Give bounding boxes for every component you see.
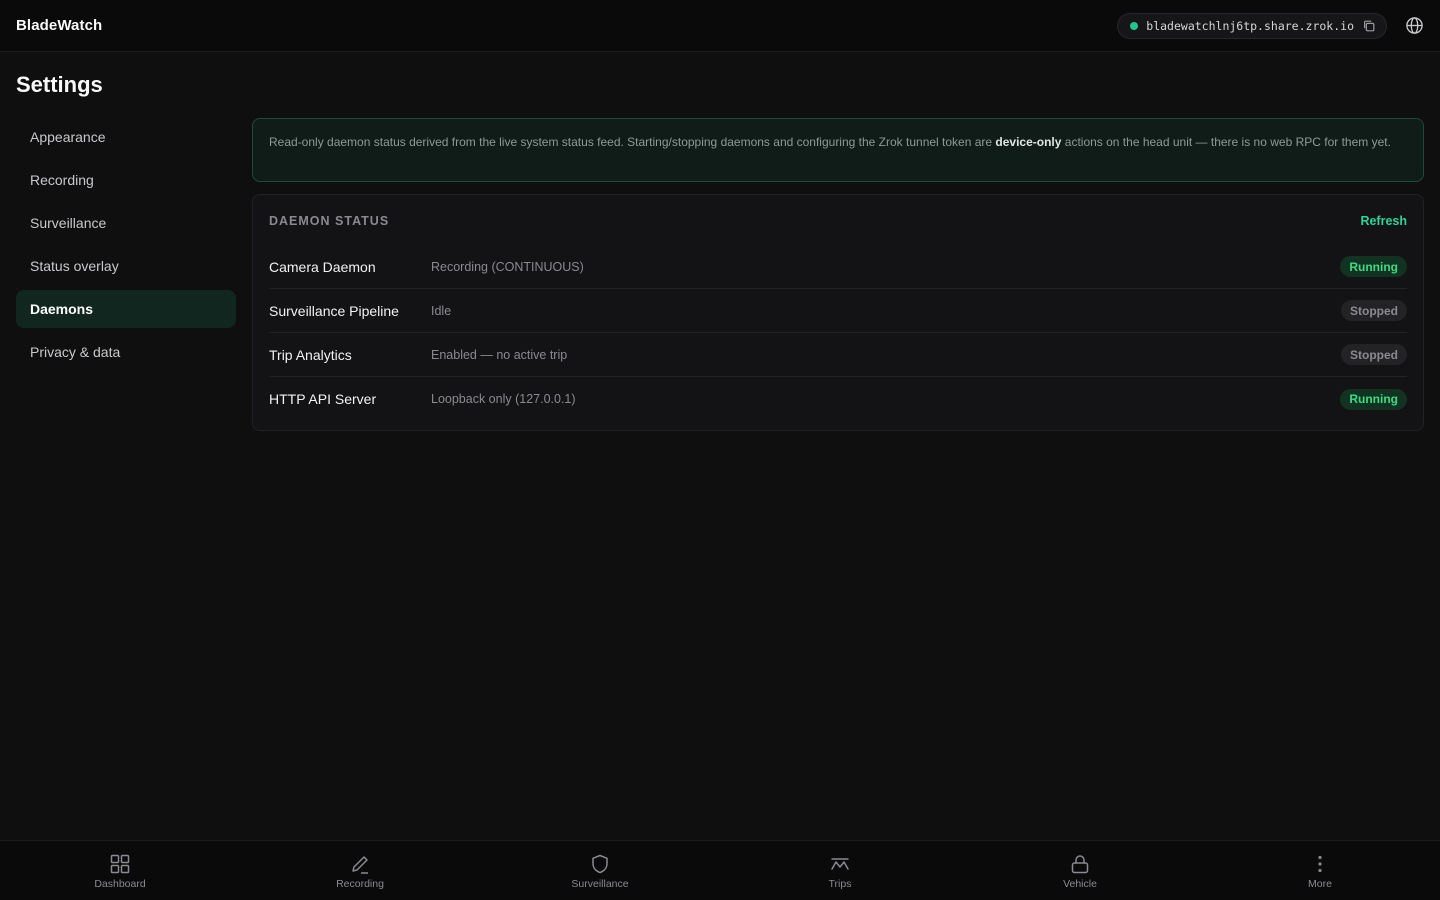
nav-dashboard[interactable]: Dashboard [0, 841, 240, 900]
nav-label: Dashboard [94, 877, 146, 890]
daemon-detail: Loopback only (127.0.0.1) [431, 392, 576, 406]
sidebar-item-privacy-data[interactable]: Privacy & data [16, 333, 236, 371]
daemon-row-surveillance-pipeline: Surveillance Pipeline Idle Stopped [269, 289, 1407, 333]
daemon-detail: Recording (CONTINUOUS) [431, 259, 584, 274]
top-bar: BladeWatch bladewatchlnj6tp.share.zrok.i… [0, 0, 1440, 52]
share-url-text: bladewatchlnj6tp.share.zrok.io [1146, 18, 1354, 33]
daemon-row-camera: Camera Daemon Recording (CONTINUOUS) Run… [269, 245, 1407, 289]
notice-text-after: actions on the head unit — there is no w… [1061, 135, 1391, 149]
daemon-detail: Enabled — no active trip [431, 347, 568, 362]
nav-vehicle[interactable]: Vehicle [960, 841, 1200, 900]
status-badge: Stopped [1341, 344, 1407, 365]
daemon-row-http-api-server: HTTP API Server Loopback only (127.0.0.1… [269, 377, 1407, 421]
nav-recording[interactable]: Recording [240, 841, 480, 900]
sidebar-item-recording[interactable]: Recording [16, 161, 236, 199]
daemon-name: HTTP API Server [269, 391, 377, 407]
nav-label: Recording [336, 877, 384, 890]
nav-label: Vehicle [1063, 877, 1097, 890]
notice-text-before: Read-only daemon status derived from the… [269, 135, 996, 149]
top-right-controls: bladewatchlnj6tp.share.zrok.io [1117, 12, 1424, 39]
shield-icon [589, 853, 611, 875]
status-badge: Stopped [1341, 300, 1407, 321]
read-only-notice: Read-only daemon status derived from the… [252, 118, 1424, 182]
sidebar-item-status-overlay[interactable]: Status overlay [16, 247, 236, 285]
settings-sidebar: Appearance Recording Surveillance Status… [16, 118, 236, 376]
daemon-name: Surveillance Pipeline [269, 302, 399, 319]
route-icon [829, 853, 851, 875]
sidebar-item-daemons[interactable]: Daemons [16, 290, 236, 328]
notice-text-bold: device-only [995, 135, 1062, 149]
grid-icon [109, 853, 131, 875]
pen-icon [349, 853, 371, 875]
nav-more[interactable]: More [1200, 841, 1440, 900]
app-title: BladeWatch [16, 17, 103, 34]
more-vertical-icon [1309, 853, 1331, 875]
daemon-status-title: DAEMON STATUS [269, 214, 390, 228]
share-url-pill[interactable]: bladewatchlnj6tp.share.zrok.io [1117, 12, 1387, 39]
sidebar-item-appearance[interactable]: Appearance [16, 118, 236, 156]
status-badge: Running [1340, 388, 1407, 410]
sidebar-item-surveillance[interactable]: Surveillance [16, 204, 236, 242]
nav-label: More [1308, 877, 1332, 890]
daemon-status-card: DAEMON STATUS Refresh Camera Daemon Reco… [252, 194, 1424, 431]
refresh-button[interactable]: Refresh [1360, 214, 1407, 228]
daemon-name: Trip Analytics [269, 346, 352, 363]
globe-icon[interactable] [1405, 16, 1424, 35]
daemon-row-trip-analytics: Trip Analytics Enabled — no active trip … [269, 333, 1407, 377]
connection-status-dot [1130, 21, 1139, 30]
daemon-name: Camera Daemon [269, 258, 376, 275]
copy-icon[interactable] [1362, 19, 1376, 33]
nav-label: Trips [828, 877, 852, 890]
nav-trips[interactable]: Trips [720, 841, 960, 900]
status-badge: Running [1340, 256, 1407, 277]
lock-icon [1069, 853, 1091, 875]
page-title: Settings [16, 72, 103, 97]
daemon-detail: Idle [431, 303, 452, 318]
nav-label: Surveillance [571, 877, 629, 890]
nav-surveillance[interactable]: Surveillance [480, 841, 720, 900]
bottom-nav: Dashboard Recording Surveillance Trips V… [0, 840, 1440, 900]
daemon-status-header: DAEMON STATUS Refresh [269, 195, 1407, 245]
